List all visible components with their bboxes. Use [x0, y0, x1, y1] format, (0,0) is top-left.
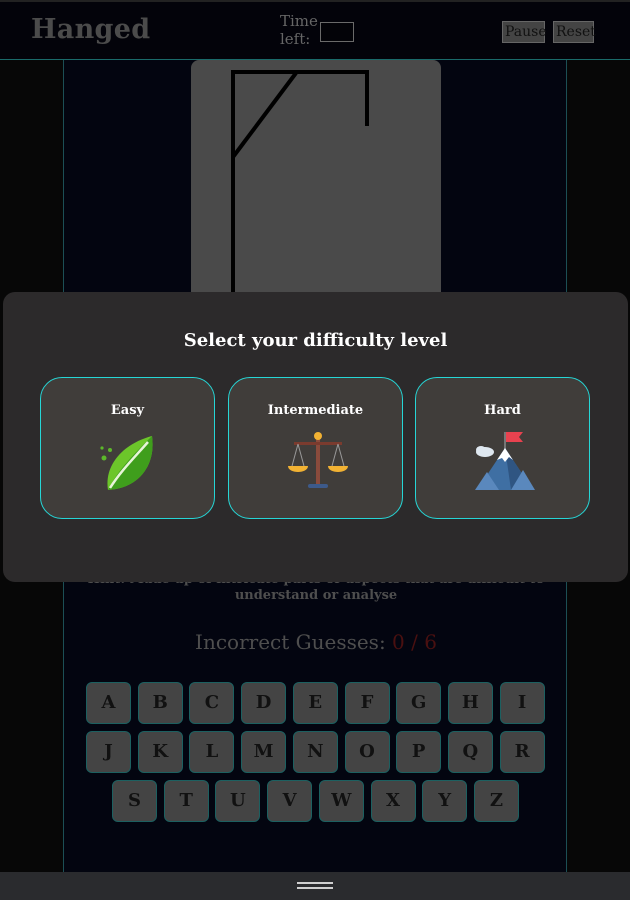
key-t[interactable]: T — [163, 780, 209, 822]
time-left-label: Time left: — [280, 12, 318, 48]
key-z[interactable]: Z — [473, 780, 519, 822]
key-q[interactable]: Q — [447, 731, 493, 773]
modal-title: Select your difficulty level — [183, 330, 448, 351]
intermediate-difficulty-card[interactable]: Intermediate — [228, 377, 403, 519]
gallows-icon — [231, 70, 369, 300]
difficulty-modal: Select your difficulty level Easy Interm… — [3, 292, 628, 582]
leaf-icon — [100, 436, 153, 490]
key-k[interactable]: K — [137, 731, 183, 773]
key-e[interactable]: E — [292, 682, 338, 724]
key-c[interactable]: C — [189, 682, 235, 724]
gallows-drawing — [191, 60, 441, 300]
key-w[interactable]: W — [318, 780, 364, 822]
drag-handle-icon[interactable] — [297, 887, 333, 889]
drag-handle-icon[interactable] — [297, 882, 333, 884]
key-g[interactable]: G — [396, 682, 442, 724]
balance-scale-icon — [288, 432, 348, 488]
key-n[interactable]: N — [292, 731, 338, 773]
incorrect-guesses-count: 0 / 6 — [392, 630, 437, 654]
key-o[interactable]: O — [344, 731, 390, 773]
key-d[interactable]: D — [241, 682, 287, 724]
difficulty-label: Hard — [484, 403, 521, 418]
key-a[interactable]: A — [86, 682, 131, 724]
key-b[interactable]: B — [137, 682, 183, 724]
difficulty-label: Intermediate — [267, 403, 364, 418]
easy-difficulty-card[interactable]: Easy — [40, 377, 215, 519]
incorrect-guesses: Incorrect Guesses: 0 / 6 — [64, 630, 568, 654]
key-h[interactable]: H — [447, 682, 493, 724]
reset-button[interactable]: Reset — [553, 21, 596, 43]
key-r[interactable]: R — [499, 731, 545, 773]
difficulty-label: Easy — [110, 403, 145, 418]
incorrect-guesses-label: Incorrect Guesses: — [195, 630, 386, 654]
key-x[interactable]: X — [370, 780, 416, 822]
key-v[interactable]: V — [267, 780, 313, 822]
key-y[interactable]: Y — [422, 780, 468, 822]
app-title: Hanged — [31, 14, 151, 45]
key-p[interactable]: P — [396, 731, 442, 773]
pause-button[interactable]: Pause — [502, 21, 547, 43]
key-i[interactable]: I — [499, 682, 545, 724]
mountain-flag-icon — [475, 432, 535, 490]
key-j[interactable]: J — [86, 731, 131, 773]
key-f[interactable]: F — [344, 682, 390, 724]
bottom-bar — [0, 872, 630, 900]
time-left-display — [320, 22, 354, 42]
key-m[interactable]: M — [241, 731, 287, 773]
key-u[interactable]: U — [215, 780, 261, 822]
app-header: Hanged Time left: Pause Reset — [0, 0, 630, 60]
key-s[interactable]: S — [112, 780, 157, 822]
hard-difficulty-card[interactable]: Hard — [415, 377, 590, 519]
key-l[interactable]: L — [189, 731, 235, 773]
